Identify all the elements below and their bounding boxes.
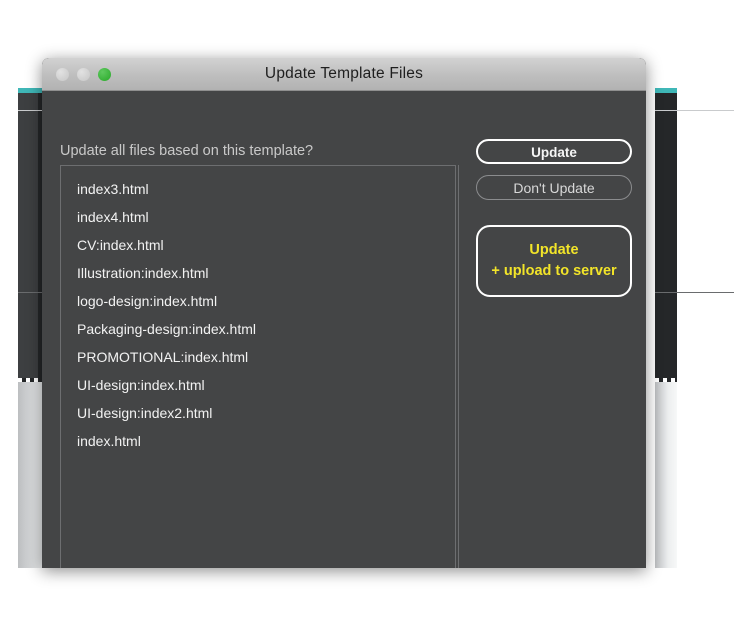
list-item[interactable]: UI-design:index.html: [61, 371, 455, 399]
dialog-titlebar[interactable]: Update Template Files: [42, 58, 646, 91]
background-gradient-right: [655, 382, 677, 568]
maximize-window-icon[interactable]: [98, 67, 111, 81]
update-and-upload-button[interactable]: Update + upload to server: [476, 225, 632, 297]
file-list[interactable]: index3.html index4.html CV:index.html Il…: [60, 165, 456, 568]
action-button-column: Update Don't Update Update + upload to s…: [476, 139, 632, 297]
list-item[interactable]: index3.html: [61, 175, 455, 203]
window-title: Update Template Files: [264, 65, 424, 82]
update-and-upload-line1: Update: [529, 242, 579, 258]
dont-update-button[interactable]: Don't Update: [476, 175, 632, 200]
list-item[interactable]: Illustration:index.html: [61, 259, 455, 287]
list-item[interactable]: logo-design:index.html: [61, 287, 455, 315]
prompt-label: Update all files based on this template?: [60, 143, 314, 159]
list-item[interactable]: index.html: [61, 427, 455, 455]
background-divider-right: [655, 110, 734, 111]
list-item[interactable]: Packaging-design:index.html: [61, 315, 455, 343]
list-item[interactable]: CV:index.html: [61, 231, 455, 259]
background-divider-mid-right: [655, 292, 734, 293]
background-right-panel: [655, 93, 677, 378]
list-item[interactable]: UI-design:index2.html: [61, 399, 455, 427]
window-controls: [56, 58, 111, 90]
close-window-icon[interactable]: [56, 67, 69, 81]
update-and-upload-line2: + upload to server: [491, 263, 617, 279]
minimize-window-icon[interactable]: [77, 67, 90, 81]
dialog-body: Update all files based on this template?…: [42, 91, 646, 568]
panel-divider: [458, 165, 459, 568]
update-button[interactable]: Update: [476, 139, 632, 164]
update-template-files-dialog: Update Template Files Update all files b…: [42, 58, 646, 568]
list-item[interactable]: PROMOTIONAL:index.html: [61, 343, 455, 371]
list-item[interactable]: index4.html: [61, 203, 455, 231]
